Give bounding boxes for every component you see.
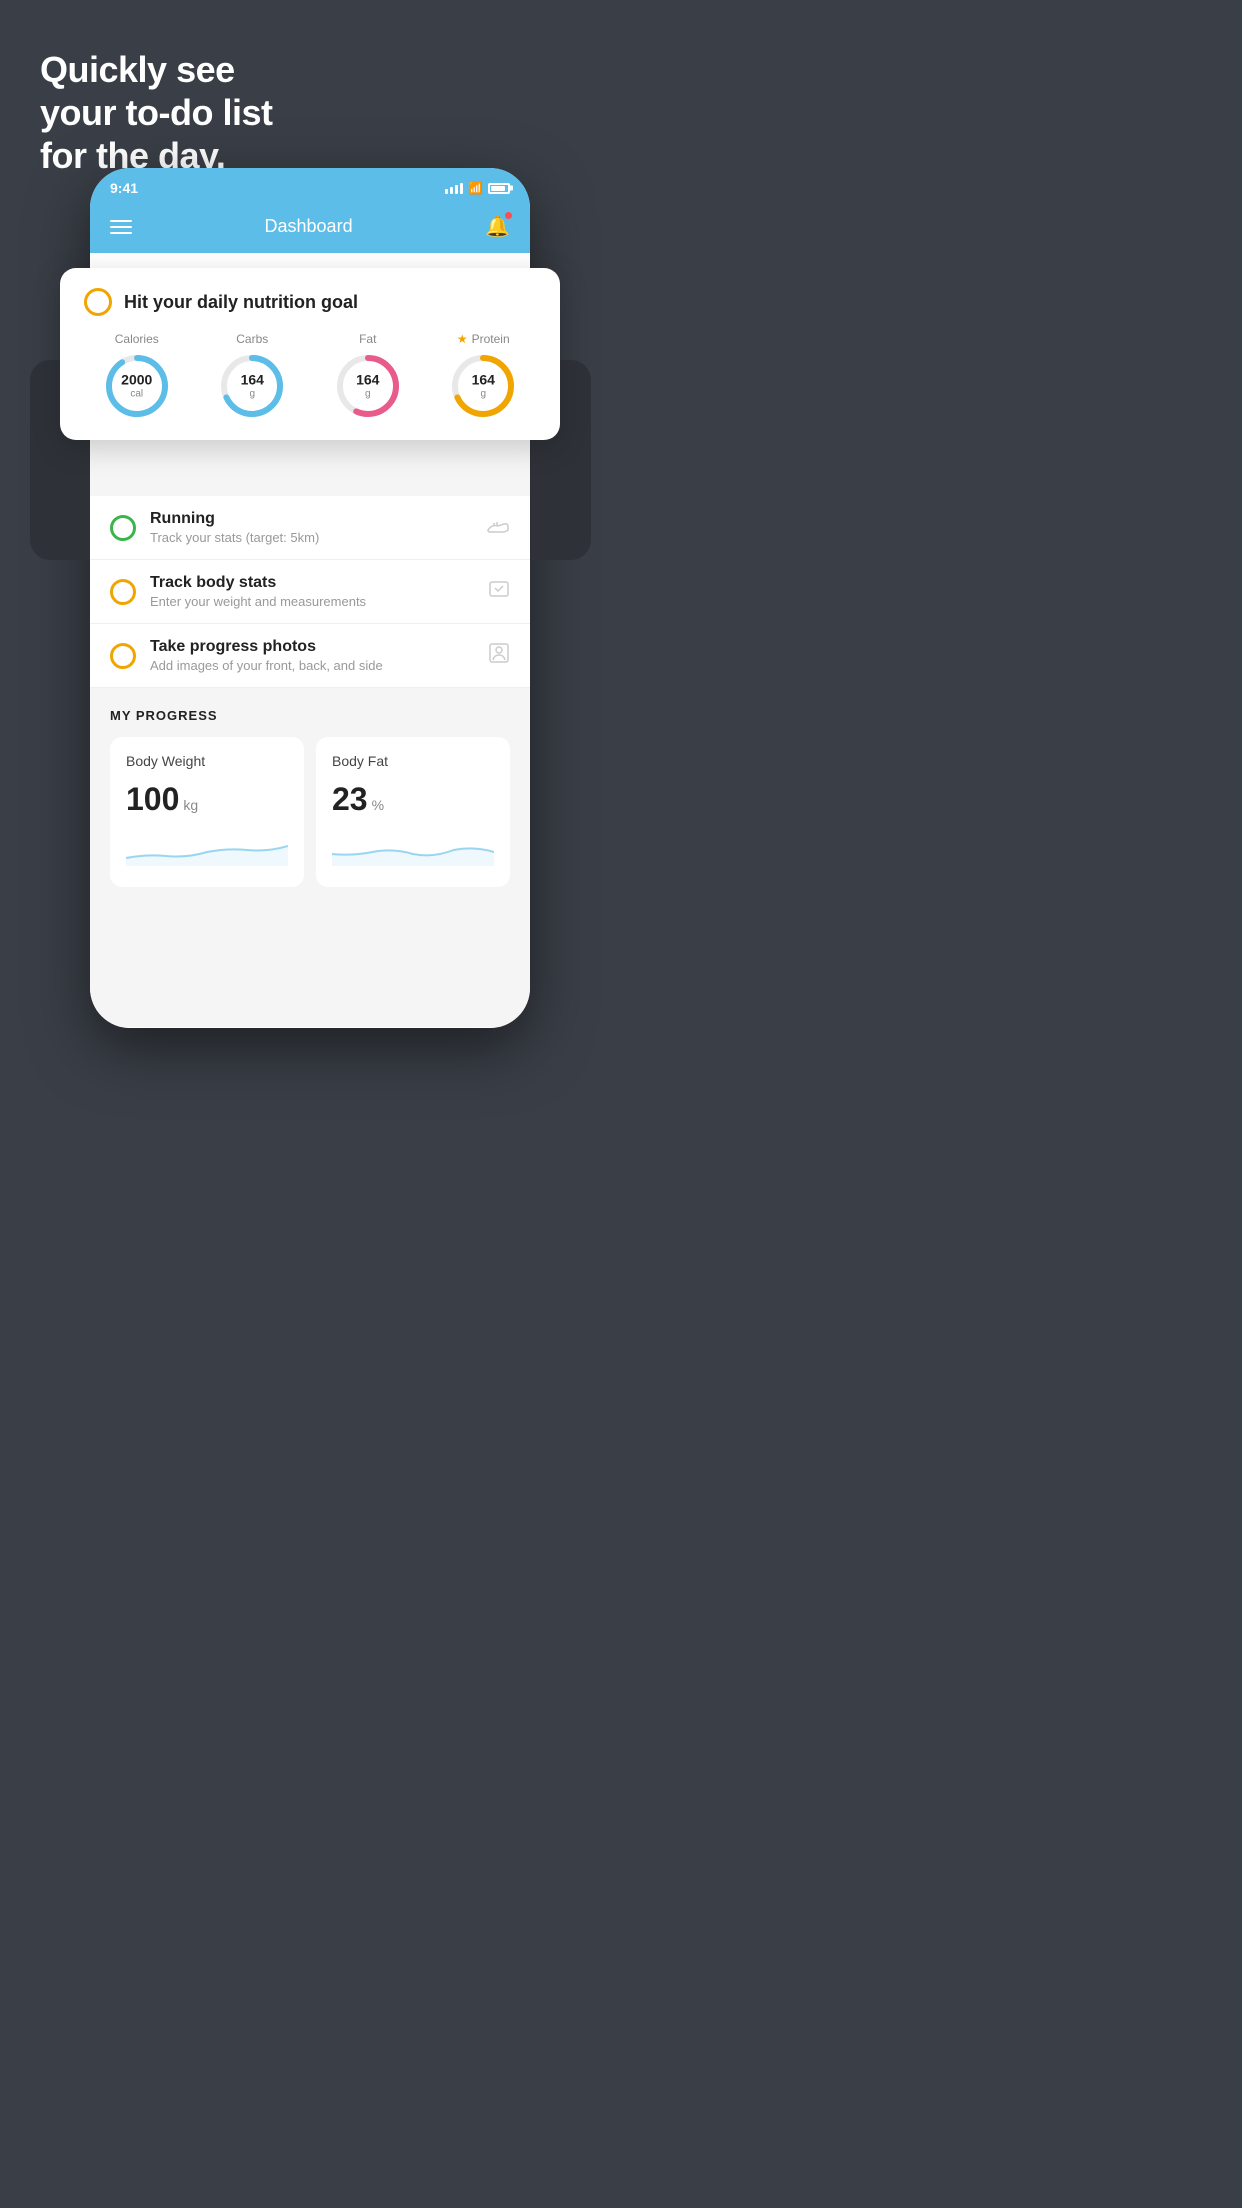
fat-label: Fat xyxy=(359,332,376,346)
todo-title-progress-photos: Take progress photos xyxy=(150,638,474,656)
card-title-row: Hit your daily nutrition goal xyxy=(84,288,536,316)
headline-line1: Quickly see xyxy=(40,48,272,91)
progress-section: MY PROGRESS Body Weight 100 kg Bo xyxy=(90,688,530,897)
nutrition-carbs: Carbs 164 g xyxy=(200,332,306,420)
carbs-donut: 164 g xyxy=(218,352,286,420)
todo-item-body-stats[interactable]: Track body stats Enter your weight and m… xyxy=(90,560,530,624)
notification-button[interactable]: 🔔 xyxy=(485,214,510,239)
fat-unit: g xyxy=(356,388,379,400)
shoe-icon xyxy=(486,516,510,539)
headline: Quickly see your to-do list for the day. xyxy=(40,48,272,178)
progress-cards: Body Weight 100 kg Body Fat 23 % xyxy=(110,737,510,887)
body-fat-value: 23 xyxy=(332,781,368,818)
status-bar: 9:41 📶 xyxy=(90,168,530,204)
person-icon xyxy=(488,642,510,669)
body-weight-chart xyxy=(126,834,288,866)
todo-item-progress-photos[interactable]: Take progress photos Add images of your … xyxy=(90,624,530,688)
protein-label: ★ Protein xyxy=(457,332,510,346)
carbs-unit: g xyxy=(241,388,264,400)
progress-header: MY PROGRESS xyxy=(110,708,510,723)
fat-donut: 164 g xyxy=(334,352,402,420)
todo-title-body-stats: Track body stats xyxy=(150,574,474,592)
todo-subtitle-body-stats: Enter your weight and measurements xyxy=(150,594,474,609)
todo-text-body-stats: Track body stats Enter your weight and m… xyxy=(150,574,474,609)
protein-donut: 164 g xyxy=(449,352,517,420)
todo-title-running: Running xyxy=(150,510,472,528)
header-title: Dashboard xyxy=(265,216,353,237)
todo-checkbox-body-stats[interactable] xyxy=(110,579,136,605)
todo-text-running: Running Track your stats (target: 5km) xyxy=(150,510,472,545)
battery-icon xyxy=(488,183,510,194)
status-icons: 📶 xyxy=(445,181,510,195)
fat-value: 164 xyxy=(356,372,379,389)
body-fat-label: Body Fat xyxy=(332,753,494,769)
nutrition-grid: Calories 2000 cal Carbs xyxy=(84,332,536,420)
protein-value: 164 xyxy=(472,372,495,389)
todo-text-progress-photos: Take progress photos Add images of your … xyxy=(150,638,474,673)
calories-unit: cal xyxy=(121,388,152,400)
todo-subtitle-running: Track your stats (target: 5km) xyxy=(150,530,472,545)
body-weight-unit: kg xyxy=(183,797,198,813)
nutrition-calories: Calories 2000 cal xyxy=(84,332,190,420)
star-icon: ★ xyxy=(457,332,468,346)
calories-donut: 2000 cal xyxy=(103,352,171,420)
body-fat-value-row: 23 % xyxy=(332,781,494,818)
body-weight-value-row: 100 kg xyxy=(126,781,288,818)
status-time: 9:41 xyxy=(110,180,138,196)
todo-subtitle-progress-photos: Add images of your front, back, and side xyxy=(150,658,474,673)
body-fat-card[interactable]: Body Fat 23 % xyxy=(316,737,510,887)
menu-button[interactable] xyxy=(110,220,132,234)
nutrition-checkbox[interactable] xyxy=(84,288,112,316)
todo-checkbox-progress-photos[interactable] xyxy=(110,643,136,669)
todo-checkbox-running[interactable] xyxy=(110,515,136,541)
scale-icon xyxy=(488,578,510,605)
protein-unit: g xyxy=(472,388,495,400)
todo-list: Running Track your stats (target: 5km) T… xyxy=(90,496,530,688)
calories-value: 2000 xyxy=(121,372,152,389)
calories-label: Calories xyxy=(115,332,159,346)
carbs-value: 164 xyxy=(241,372,264,389)
signal-icon xyxy=(445,183,463,194)
app-header: Dashboard 🔔 xyxy=(90,204,530,253)
nutrition-fat: Fat 164 g xyxy=(315,332,421,420)
carbs-label: Carbs xyxy=(236,332,268,346)
body-weight-card[interactable]: Body Weight 100 kg xyxy=(110,737,304,887)
nutrition-card: Hit your daily nutrition goal Calories 2… xyxy=(60,268,560,440)
nutrition-protein: ★ Protein 164 g xyxy=(431,332,537,420)
body-fat-chart xyxy=(332,834,494,866)
nutrition-card-title: Hit your daily nutrition goal xyxy=(124,292,358,313)
headline-line2: your to-do list xyxy=(40,91,272,134)
notification-dot xyxy=(505,212,512,219)
wifi-icon: 📶 xyxy=(468,181,483,195)
body-weight-value: 100 xyxy=(126,781,179,818)
body-fat-unit: % xyxy=(372,797,384,813)
todo-item-running[interactable]: Running Track your stats (target: 5km) xyxy=(90,496,530,560)
body-weight-label: Body Weight xyxy=(126,753,288,769)
